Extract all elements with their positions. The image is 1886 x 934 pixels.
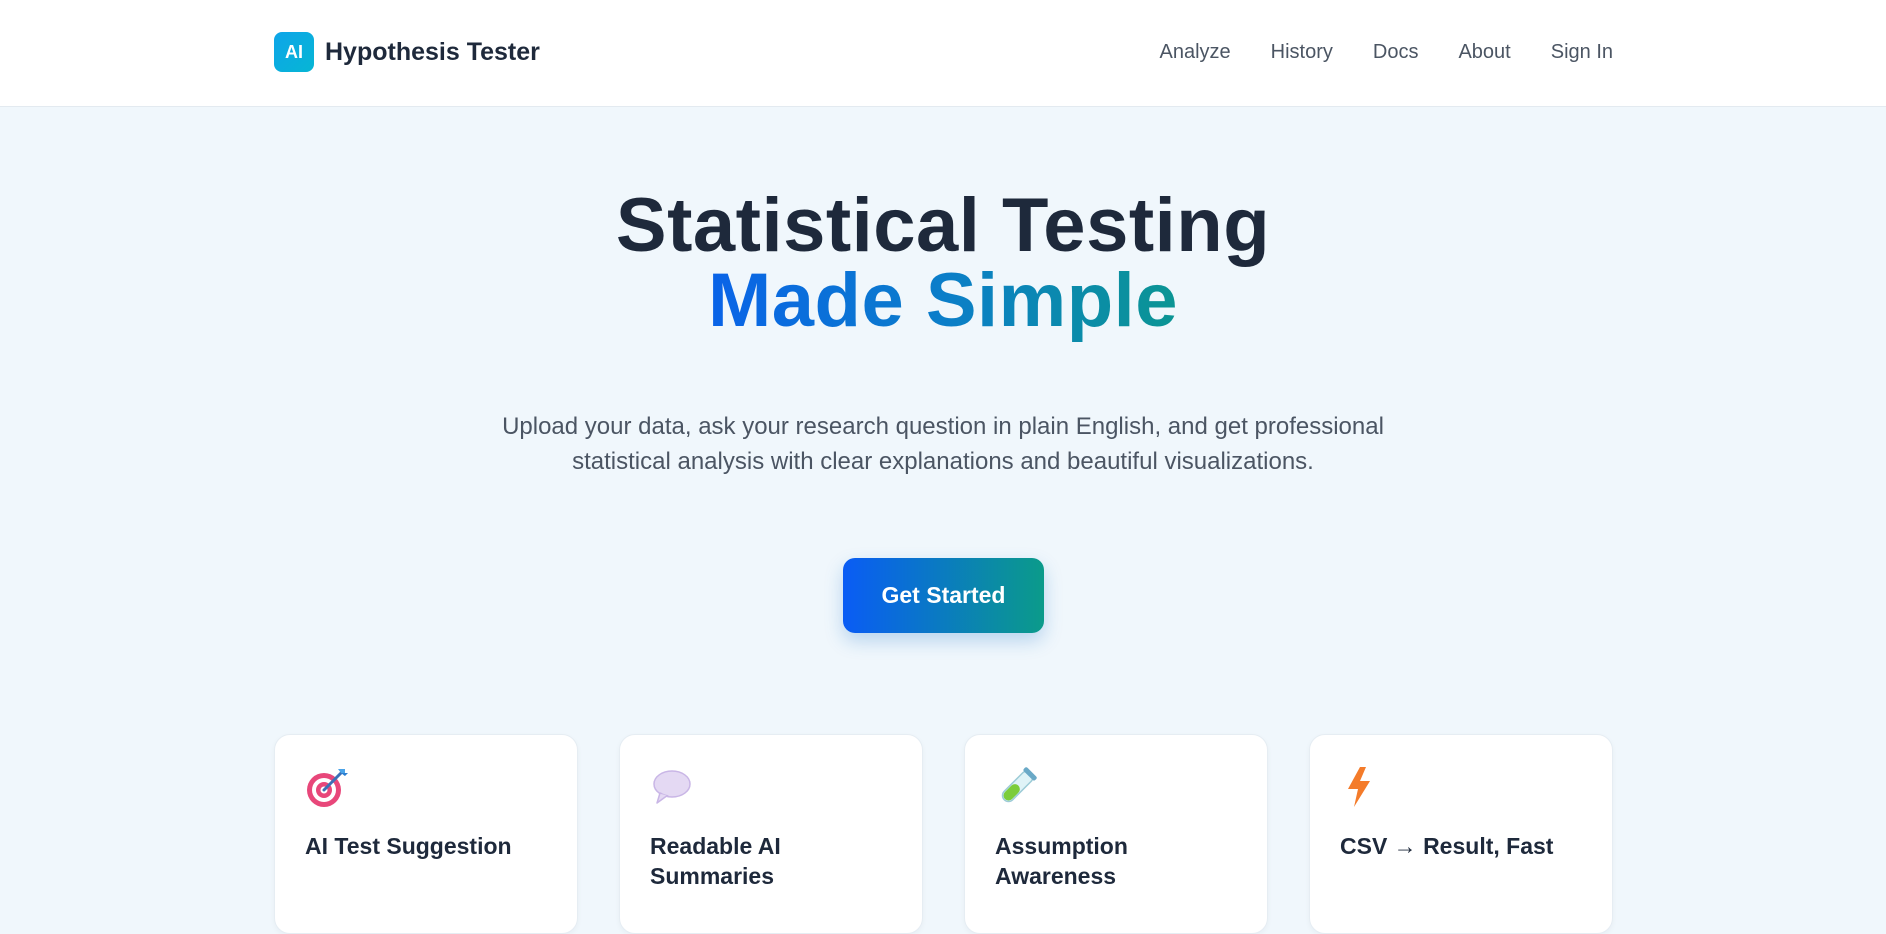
nav-links: Analyze History Docs About Sign In bbox=[1160, 36, 1614, 68]
feature-card-assumption-awareness[interactable]: Assumption Awareness bbox=[964, 734, 1268, 934]
feature-title: AI Test Suggestion bbox=[305, 833, 512, 859]
feature-card-csv-result-fast[interactable]: CSV → Result, Fast bbox=[1309, 734, 1613, 934]
lightning-icon bbox=[1348, 767, 1370, 807]
brand-name: Hypothesis Tester bbox=[325, 37, 540, 66]
speech-bubble-icon bbox=[653, 770, 691, 804]
hero-subtitle-line1: Upload your data, ask your research ques… bbox=[502, 413, 1384, 440]
brand[interactable]: AI Hypothesis Tester bbox=[274, 32, 540, 72]
hero-title-highlight: Made Simple bbox=[707, 258, 1179, 343]
hero-title-line1: Statistical Testing bbox=[615, 183, 1271, 268]
hero-subtitle: Upload your data, ask your research ques… bbox=[443, 409, 1443, 479]
nav-link-about[interactable]: About bbox=[1458, 41, 1510, 64]
nav-link-analyze[interactable]: Analyze bbox=[1160, 41, 1231, 64]
nav-link-history[interactable]: History bbox=[1271, 41, 1333, 64]
target-icon bbox=[307, 769, 348, 807]
hero-title-line2: Made Simple bbox=[0, 263, 1886, 339]
feature-title: Assumption Awareness bbox=[995, 833, 1128, 889]
get-started-button[interactable]: Get Started bbox=[843, 558, 1044, 633]
nav-link-docs[interactable]: Docs bbox=[1373, 41, 1419, 64]
feature-title: CSV → Result, Fast bbox=[1340, 833, 1554, 859]
feature-card-readable-ai-summaries[interactable]: Readable AI Summaries bbox=[619, 734, 923, 934]
brand-logo-icon: AI bbox=[274, 32, 314, 72]
feature-card-ai-test-suggestion[interactable]: AI Test Suggestion bbox=[274, 734, 578, 934]
test-tube-icon bbox=[1001, 767, 1037, 803]
nav-link-sign-in[interactable]: Sign In bbox=[1551, 41, 1613, 64]
hero-subtitle-line2: statistical analysis with clear explanat… bbox=[572, 448, 1314, 475]
feature-title: Readable AI Summaries bbox=[650, 833, 781, 889]
top-navbar: AI Hypothesis Tester Analyze History Doc… bbox=[0, 0, 1886, 107]
